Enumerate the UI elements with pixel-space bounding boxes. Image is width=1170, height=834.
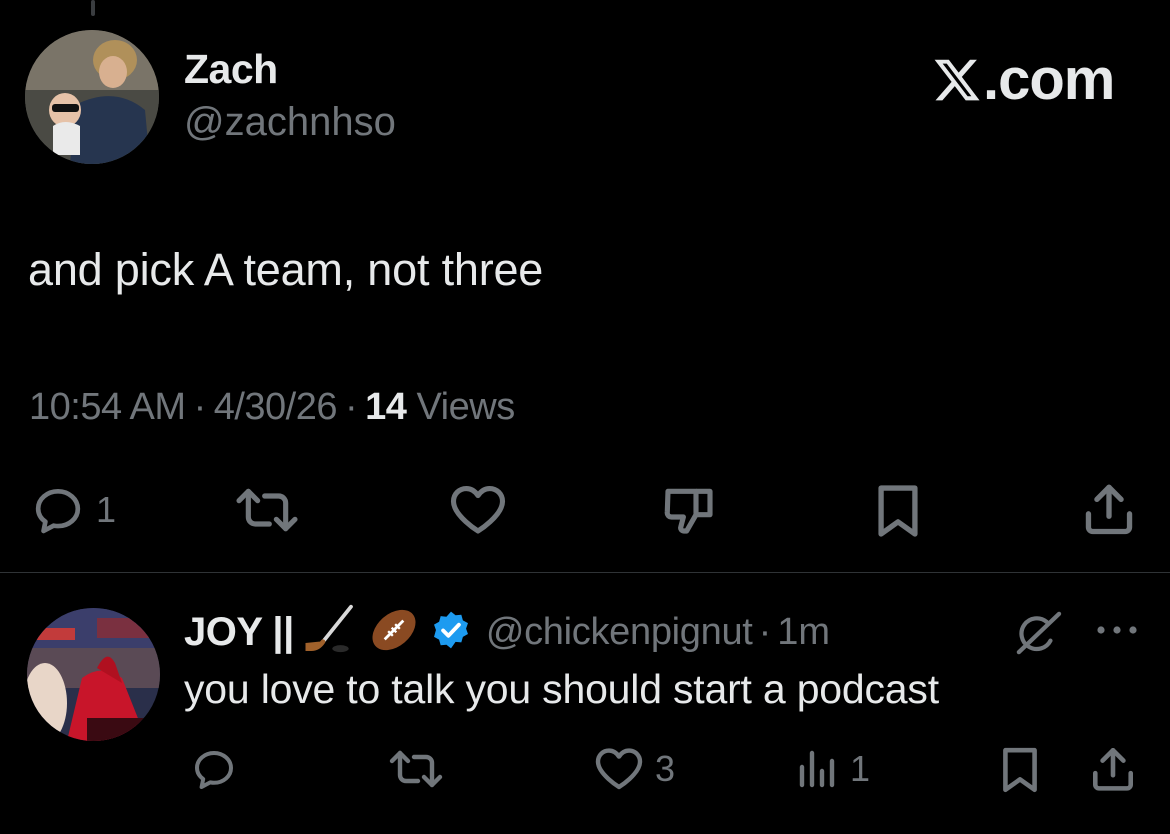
like-button[interactable]: [447, 482, 509, 538]
reply-author-avatar[interactable]: [27, 608, 160, 741]
divider: [0, 572, 1170, 573]
reply-reply-button[interactable]: [190, 745, 238, 793]
meta-separator: ·: [345, 386, 358, 428]
reply-retweet-button[interactable]: [386, 745, 446, 793]
reply-like-button[interactable]: 3: [593, 745, 675, 793]
reply-button[interactable]: 1: [30, 482, 116, 538]
reply-icon: [195, 751, 233, 789]
retweet-icon: [389, 750, 443, 788]
thread-connector-line: [91, 0, 95, 16]
reply-bookmark-button[interactable]: [998, 745, 1042, 795]
reply-author-name[interactable]: JOY ||: [184, 610, 294, 655]
reply-time[interactable]: 1m: [777, 611, 830, 654]
dislike-icon: [664, 488, 713, 534]
verified-badge-icon: [430, 609, 472, 656]
author-handle[interactable]: @zachnhso: [184, 100, 396, 145]
retweet-icon: [236, 488, 298, 532]
bookmark-icon: [1003, 747, 1037, 793]
like-icon: [450, 485, 506, 534]
reply-views-count: 1: [850, 748, 871, 789]
tweet-meta: 10:54 AM · 4/30/26 · 14 Views: [29, 386, 515, 429]
author-avatar[interactable]: [25, 30, 159, 164]
bookmark-button[interactable]: [873, 482, 923, 540]
more-options-icon[interactable]: [1095, 622, 1139, 643]
grok-icon[interactable]: [1012, 610, 1064, 661]
like-icon: [595, 748, 643, 790]
tweet-date[interactable]: 4/30/26: [214, 386, 338, 428]
retweet-button[interactable]: [232, 482, 302, 538]
bookmark-icon: [878, 485, 918, 537]
tweet-time[interactable]: 10:54 AM: [29, 386, 186, 428]
share-button[interactable]: [1080, 480, 1138, 538]
dislike-button[interactable]: [660, 482, 718, 538]
brand-text: .com: [983, 47, 1115, 112]
views-count: 14: [365, 386, 407, 428]
reply-views-button[interactable]: 1: [796, 745, 870, 793]
reply-icon: [35, 489, 81, 534]
reply-like-count: 3: [655, 748, 676, 789]
views-icon: [799, 750, 835, 788]
reply-text: you love to talk you should start a podc…: [184, 666, 939, 712]
football-icon: [366, 602, 422, 663]
hockey-stick-icon: [302, 602, 358, 663]
x-logo-icon: [934, 59, 980, 100]
reply-share-button[interactable]: [1088, 744, 1138, 794]
views-label: Views: [416, 386, 516, 428]
share-icon: [1085, 484, 1133, 535]
tweet-text: and pick A team, not three: [28, 244, 544, 295]
reply-count: 1: [96, 489, 117, 530]
reply-author-handle[interactable]: @chickenpignut: [486, 611, 753, 654]
brand-watermark: .com: [932, 46, 1115, 113]
author-name[interactable]: Zach: [184, 46, 278, 93]
share-icon: [1093, 747, 1133, 791]
reply-header: JOY || @chickenpignut · 1m: [184, 602, 830, 663]
meta-separator: ·: [193, 386, 207, 428]
reply-separator: ·: [758, 611, 772, 653]
